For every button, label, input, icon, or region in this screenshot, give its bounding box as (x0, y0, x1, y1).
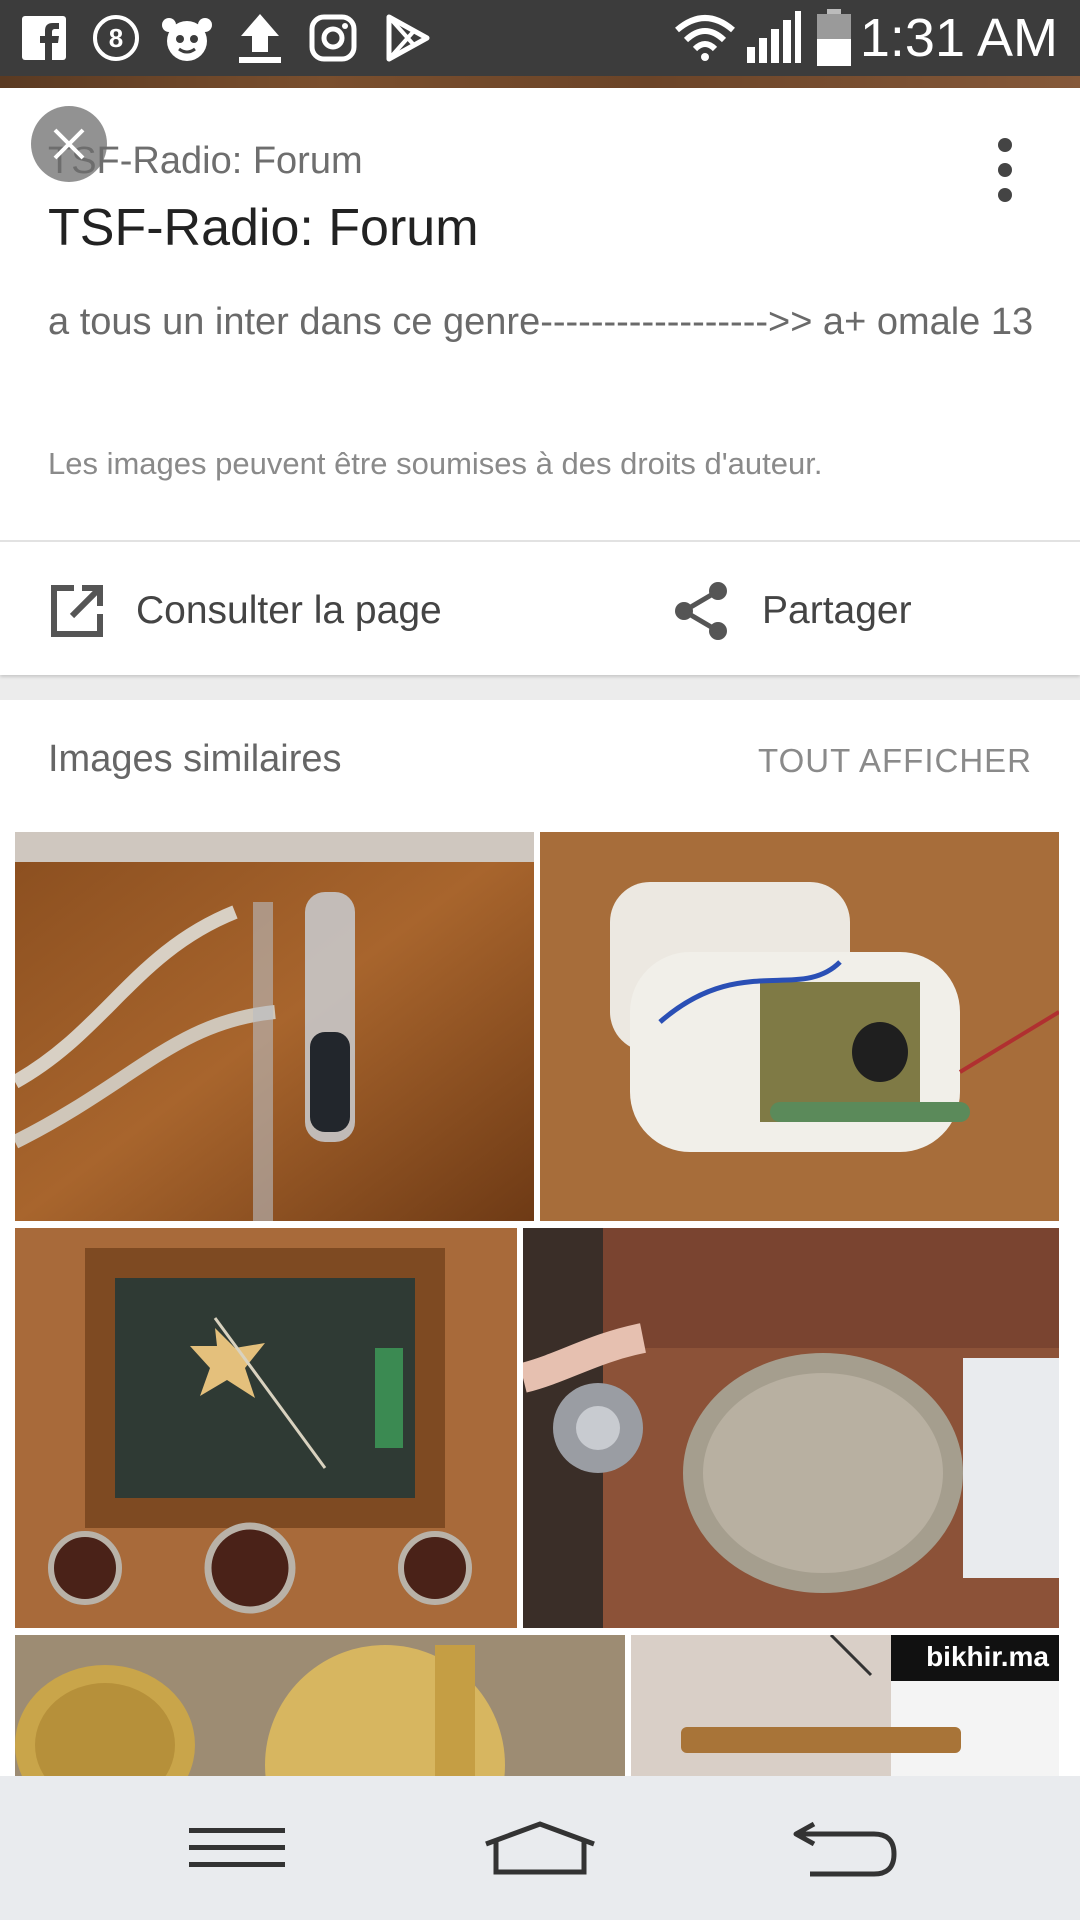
signal-icon (742, 10, 804, 66)
back-icon (793, 1821, 897, 1877)
facebook-icon (18, 10, 70, 66)
home-icon (485, 1821, 595, 1875)
page-title[interactable]: TSF-Radio: Forum (48, 198, 479, 258)
similar-images-title: Images similaires (48, 738, 342, 780)
similar-image-6[interactable]: bikhir.ma (631, 1635, 1059, 1780)
app-8-icon: 8 (88, 10, 144, 66)
similar-image-4[interactable] (523, 1228, 1059, 1628)
similar-image-3[interactable] (15, 1228, 517, 1628)
copyright-notice: Les images peuvent être soumises à des d… (48, 446, 823, 481)
close-icon (53, 128, 85, 160)
battery-icon (812, 9, 856, 66)
upload-icon (232, 10, 288, 66)
close-button[interactable] (31, 106, 107, 182)
menu-icon (189, 1828, 285, 1867)
more-dot (998, 188, 1012, 202)
page-snippet: a tous un inter dans ce genre-----------… (48, 301, 1034, 343)
more-dot (998, 163, 1012, 177)
show-all-button[interactable]: TOUT AFFICHER (758, 742, 1032, 780)
more-options-button[interactable] (985, 130, 1025, 210)
back-button[interactable] (785, 1806, 905, 1890)
more-vert-icon (998, 138, 1012, 152)
status-bar: 8 1:31 AM (0, 0, 1080, 76)
divider (0, 540, 1080, 542)
share-button[interactable]: Partager (672, 566, 912, 656)
navigation-bar (0, 1776, 1080, 1920)
similar-image-1[interactable] (15, 832, 534, 1221)
image-watermark: bikhir.ma (926, 1641, 1049, 1672)
share-label: Partager (762, 589, 912, 632)
similar-images-section: Images similaires TOUT AFFICHER bikhir.m… (0, 700, 1080, 1780)
play-store-icon (380, 10, 436, 66)
home-button[interactable] (480, 1806, 600, 1890)
share-icon (675, 582, 727, 640)
emoji-app-icon (158, 10, 216, 66)
similar-image-2[interactable] (540, 832, 1059, 1221)
visit-page-button[interactable]: Consulter la page (48, 566, 442, 656)
menu-button[interactable] (177, 1806, 297, 1890)
open-in-new-icon (51, 585, 103, 637)
status-time: 1:31 AM (859, 8, 1058, 68)
wifi-icon (672, 10, 738, 66)
image-info-card: TSF-Radio: Forum TSF-Radio: Forum a tous… (0, 88, 1080, 675)
svg-text:8: 8 (109, 23, 123, 53)
background-photo (0, 76, 1080, 88)
instagram-icon (305, 10, 361, 66)
visit-page-label: Consulter la page (136, 589, 442, 632)
similar-image-5[interactable] (15, 1635, 625, 1780)
